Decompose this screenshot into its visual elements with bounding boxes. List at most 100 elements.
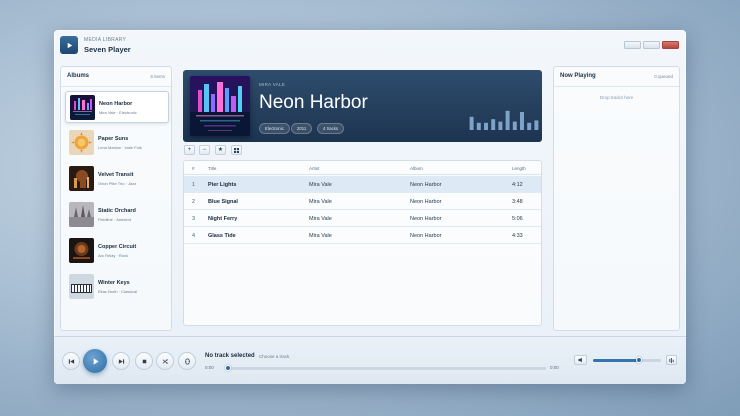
track-count-chip: 4 tracks (317, 123, 345, 134)
track-table: # Title Artist Album Length 1 Pier Light… (183, 160, 542, 326)
equalizer-icon (669, 357, 674, 363)
table-row[interactable]: 4 Glass Tide Mira Vale Neon Harbor 4:33 (184, 227, 541, 244)
table-row[interactable]: 1 Pier Lights Mira Vale Neon Harbor 4:12 (184, 176, 541, 193)
elapsed-time: 0:00 (205, 365, 214, 370)
year-chip: 2011 (291, 123, 313, 134)
shuffle-icon (162, 358, 168, 364)
now-playing-panel[interactable]: Now Playing 0 queued Drop tracks here (553, 66, 680, 331)
volume-slider[interactable] (593, 357, 661, 363)
track-artist: Mira Vale (309, 233, 332, 239)
volume-handle[interactable] (636, 357, 643, 363)
table-row[interactable]: 2 Blue Signal Mira Vale Neon Harbor 3:48 (184, 193, 541, 210)
now-playing-title: Now Playing (560, 73, 596, 79)
track-length: 4:12 (512, 182, 523, 188)
seek-handle[interactable] (225, 365, 231, 371)
album-name: Velvet Transit (98, 172, 134, 178)
shuffle-button[interactable] (156, 352, 174, 370)
column-header-album[interactable]: Album (410, 166, 423, 171)
table-header: # Title Artist Album Length (184, 161, 541, 175)
track-title: Night Ferry (208, 216, 238, 222)
album-item-paper-suns[interactable]: Paper Suns Lena Marlow · Indie Folk (65, 127, 169, 159)
track-number: 4 (192, 233, 196, 239)
mute-button[interactable] (574, 355, 587, 365)
player-bar: No track selected Choose a track 0:00 0:… (54, 336, 686, 384)
remove-button[interactable]: − (199, 145, 210, 155)
previous-button[interactable] (62, 352, 80, 370)
album-hero: MIRA VALE Neon Harbor Electronic 2011 4 … (183, 70, 542, 142)
speaker-icon (578, 357, 582, 363)
track-length: 5:06 (512, 216, 523, 222)
albums-panel-header: Albums 6 items (61, 67, 171, 87)
equalizer-visual (468, 106, 540, 130)
equalizer-bar (534, 120, 539, 130)
equalizer-button[interactable] (666, 355, 677, 365)
add-button[interactable]: + (184, 145, 195, 155)
albums-count: 6 items (150, 74, 165, 79)
album-cover (69, 274, 94, 299)
repeat-button[interactable] (178, 352, 196, 370)
column-header-length[interactable]: Length (512, 166, 526, 171)
maximize-button[interactable] (643, 41, 660, 49)
column-header-artist[interactable]: Artist (309, 166, 319, 171)
column-header-number[interactable]: # (192, 166, 195, 171)
album-cover (69, 130, 94, 155)
skip-back-icon (68, 358, 74, 364)
track-album: Neon Harbor (410, 216, 442, 222)
album-cover (69, 202, 94, 227)
view-toggle-button[interactable] (231, 145, 242, 155)
track-number: 3 (192, 216, 196, 222)
album-cover (70, 95, 95, 120)
albums-panel: Albums 6 items Neon Harbor Mira Vale · E (60, 66, 172, 331)
volume-level (593, 359, 640, 362)
skip-forward-icon (118, 358, 124, 364)
equalizer-bar (527, 122, 532, 130)
equalizer-bar (505, 110, 510, 130)
current-track-title: No track selected (205, 353, 255, 359)
hero-album-cover (190, 76, 250, 136)
track-artist: Mira Vale (309, 182, 332, 188)
album-meta: Mira Vale · Electronic (99, 110, 137, 115)
album-item-neon-harbor[interactable]: Neon Harbor Mira Vale · Electronic (65, 91, 169, 123)
next-button[interactable] (112, 352, 130, 370)
now-playing-header: Now Playing 0 queued (554, 67, 679, 87)
album-item-copper-circuit[interactable]: Copper Circuit Arc Relay · Rock (65, 235, 169, 267)
favorite-button[interactable]: ★ (215, 145, 226, 155)
album-item-velvet-transit[interactable]: Velvet Transit Orion Pike Trio · Jazz (65, 163, 169, 195)
track-artist: Mira Vale (309, 199, 332, 205)
album-detail: MIRA VALE Neon Harbor Electronic 2011 4 … (178, 66, 548, 331)
table-row[interactable]: 3 Night Ferry Mira Vale Neon Harbor 5:06 (184, 210, 541, 227)
track-title: Pier Lights (208, 182, 237, 188)
album-cover (69, 166, 94, 191)
track-number: 1 (192, 182, 196, 188)
column-header-title[interactable]: Title (208, 166, 216, 171)
album-name: Copper Circuit (98, 244, 137, 250)
album-item-static-orchard[interactable]: Static Orchard Fieldline · Ambient (65, 199, 169, 231)
track-title: Blue Signal (208, 199, 238, 205)
equalizer-bar (498, 121, 503, 130)
track-length: 4:33 (512, 233, 523, 239)
minimize-button[interactable] (624, 41, 641, 49)
album-name: Paper Suns (98, 136, 129, 142)
close-button[interactable] (662, 41, 679, 49)
equalizer-bar (491, 119, 496, 130)
app-window: MEDIA LIBRARY Seven Player Albums 6 item… (54, 30, 686, 384)
queue-drop-hint: Drop tracks here (599, 95, 634, 100)
equalizer-bar (484, 122, 488, 130)
equalizer-bar (469, 116, 474, 130)
equalizer-bar (520, 112, 524, 130)
track-number: 2 (192, 199, 196, 205)
repeat-icon (184, 358, 190, 364)
equalizer-bar (512, 121, 517, 130)
play-button[interactable] (83, 349, 107, 373)
track-artist: Mira Vale (309, 216, 332, 222)
app-play-icon (60, 36, 78, 54)
title-bar[interactable]: MEDIA LIBRARY Seven Player (54, 30, 686, 60)
stop-button[interactable] (135, 352, 153, 370)
albums-panel-title: Albums (67, 73, 90, 79)
stop-icon (142, 359, 146, 363)
album-meta: Arc Relay · Rock (98, 253, 129, 258)
seek-slider[interactable] (225, 365, 546, 371)
album-name: Static Orchard (98, 208, 136, 214)
album-item-winter-keys[interactable]: Winter Keys Elias North · Classical (65, 271, 169, 303)
total-time: 0:00 (550, 365, 559, 370)
